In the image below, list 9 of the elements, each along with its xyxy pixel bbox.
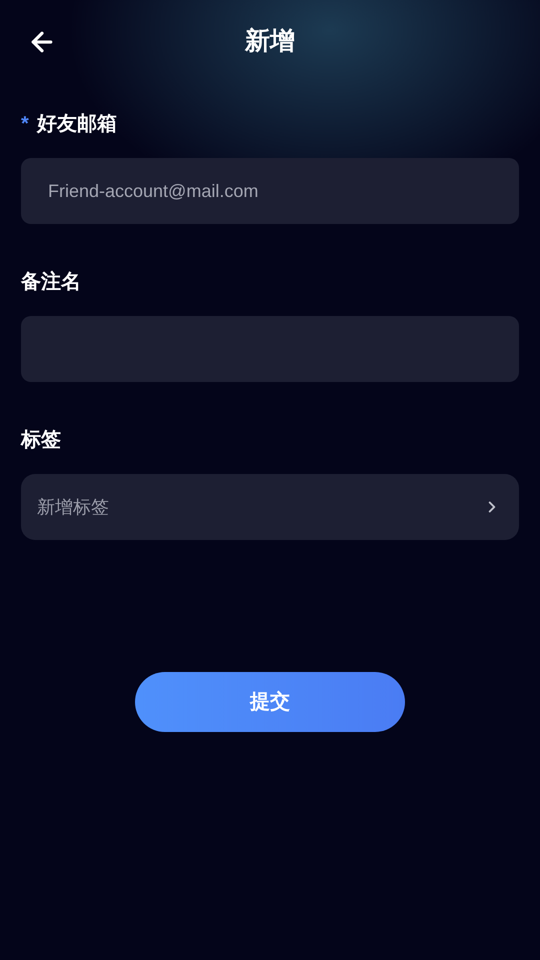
field-label: 备注名 <box>21 270 81 295</box>
page-title: 新增 <box>245 26 295 58</box>
required-mark: * <box>21 114 29 134</box>
field-label: 好友邮箱 <box>36 112 117 137</box>
input-field[interactable]: Friend-account@mail.com <box>21 158 519 224</box>
field-label: 标签 <box>21 428 61 453</box>
tag-select[interactable]: 新增标签 <box>21 474 519 540</box>
input-field[interactable] <box>21 316 519 382</box>
submit-button[interactable]: 提交 <box>135 672 405 732</box>
